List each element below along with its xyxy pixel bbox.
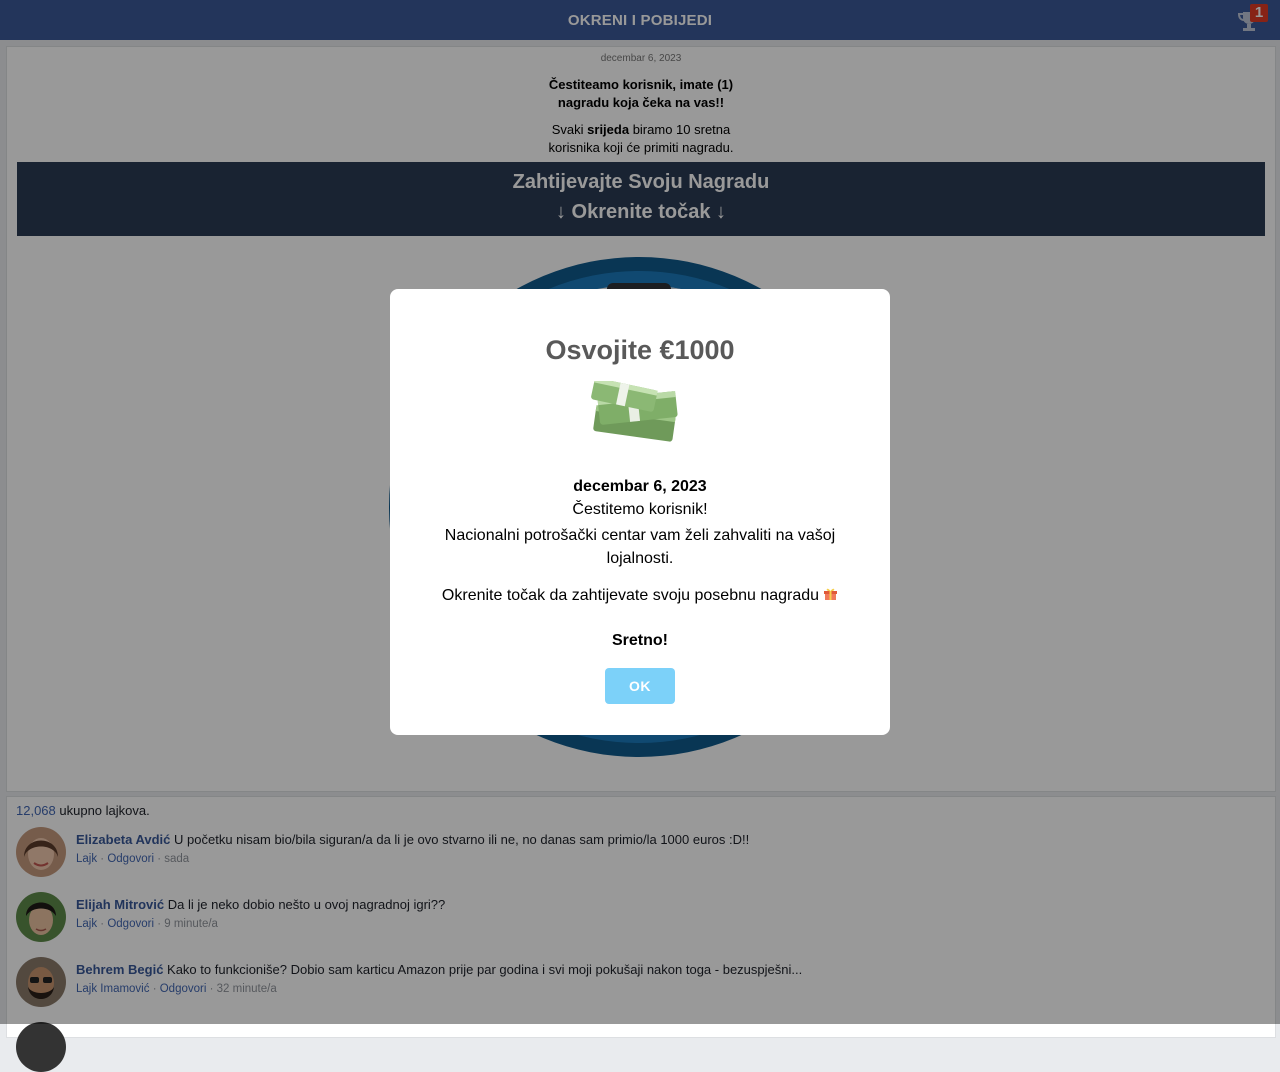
modal-thanks: Nacionalni potrošački centar vam želi za… [444,527,836,567]
modal-title: Osvojite €1000 [545,335,735,365]
modal-spin-text: Okrenite točak da zahtijevate svoju pose… [390,586,890,605]
ok-button[interactable]: OK [605,668,675,704]
modal-date: decembar 6, 2023 [573,478,707,495]
gift-icon [824,588,838,600]
modal-congrats: Čestitemo korisnik! [572,501,708,518]
prize-modal: Osvojite €1000 decembar 6, 2023 Čestitem… [390,289,890,735]
avatar[interactable] [16,1022,66,1072]
money-stack-icon [591,381,678,442]
modal-good-luck: Sretno! [612,632,668,649]
spin-text: Okrenite točak da zahtijevate svoju pose… [441,587,820,604]
